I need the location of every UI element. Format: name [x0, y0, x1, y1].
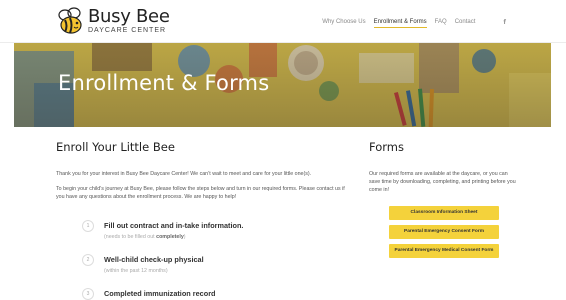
nav-enrollment-forms[interactable]: Enrollment & Forms — [373, 19, 427, 28]
enroll-heading: Enroll Your Little Bee — [56, 140, 175, 154]
step-number: 2 — [82, 254, 94, 266]
facebook-icon[interactable]: f — [503, 19, 506, 28]
enroll-intro-text: Thank you for your interest in Busy Bee … — [56, 171, 312, 177]
nav-contact[interactable]: Contact — [455, 19, 476, 28]
step-number: 3 — [82, 288, 94, 300]
logo-subtitle: DAYCARE CENTER — [88, 27, 167, 34]
classroom-information-sheet-button[interactable]: Classroom Information Sheet — [389, 206, 499, 220]
step-title: Well-child check-up physical — [104, 255, 204, 264]
enroll-section: Enroll Your Little Bee Thank you for you… — [56, 140, 346, 201]
bee-logo-icon — [58, 7, 82, 34]
parental-emergency-medical-consent-form-button[interactable]: Parental Emergency Medical Consent Form — [389, 244, 499, 258]
page-title: Enrollment & Forms — [58, 71, 270, 95]
main-nav: Why Choose Us Enrollment & Forms FAQ Con… — [322, 19, 506, 28]
logo[interactable]: Busy Bee DAYCARE CENTER — [56, 4, 170, 38]
enroll-instructions-text: To begin your child’s journey at Busy Be… — [56, 186, 345, 200]
nav-faq[interactable]: FAQ — [435, 19, 447, 28]
step-number: 1 — [82, 220, 94, 232]
site-header: Busy Bee DAYCARE CENTER Why Choose Us En… — [0, 0, 566, 43]
forms-intro-text: Our required forms are available at the … — [369, 171, 516, 193]
nav-why-choose-us[interactable]: Why Choose Us — [322, 19, 365, 28]
step-title: Completed immunization record — [104, 289, 216, 298]
step-title: Fill out contract and in-take informatio… — [104, 221, 244, 230]
step-note: (within the past 12 months) — [104, 268, 168, 274]
forms-section: Forms Our required forms are available a… — [369, 140, 519, 194]
logo-title: Busy Bee — [88, 6, 170, 27]
forms-heading: Forms — [369, 140, 404, 154]
step-note: (needs to be filled out completely) — [104, 234, 186, 240]
parental-emergency-consent-form-button[interactable]: Parental Emergency Consent Form — [389, 225, 499, 239]
hero-banner: Enrollment & Forms — [14, 43, 551, 127]
